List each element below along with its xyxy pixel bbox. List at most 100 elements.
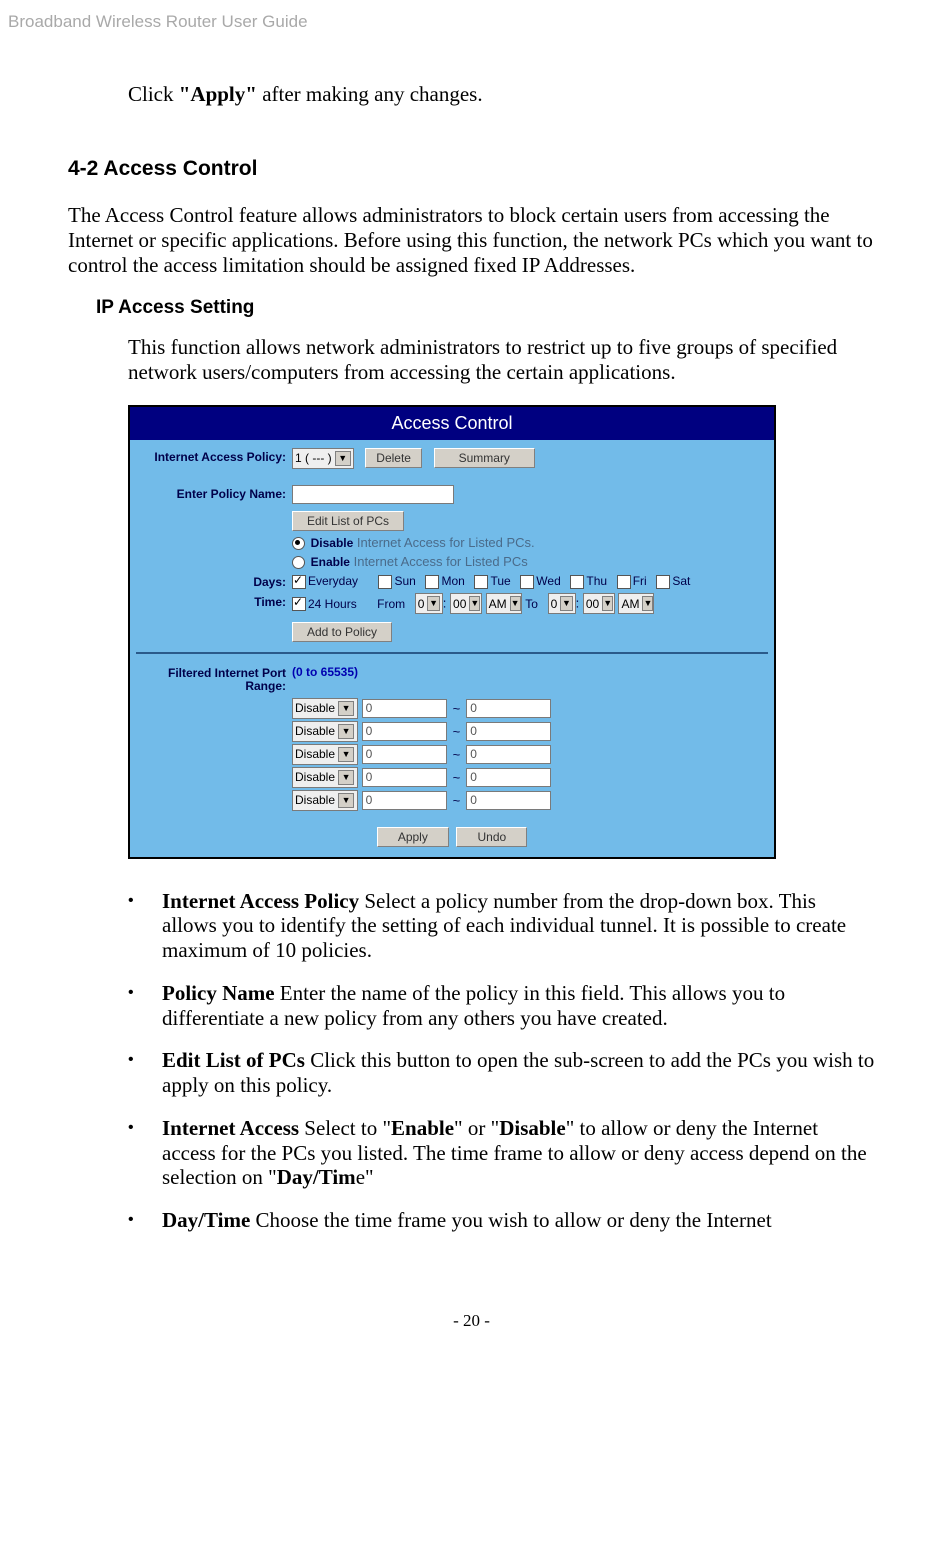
bullet-icon: • (128, 981, 162, 1031)
enable-bold: Enable (311, 555, 350, 569)
chevron-down-icon: ▼ (642, 596, 653, 611)
bullet-bold: Day/Time (162, 1208, 250, 1232)
day-sun: Sun (394, 574, 415, 588)
label-time: Time: (136, 593, 292, 609)
val: AM (621, 597, 639, 611)
page-header: Broadband Wireless Router User Guide (0, 0, 943, 32)
port-from-input[interactable]: 0 (362, 699, 447, 718)
val: Disable (295, 793, 335, 807)
chevron-down-icon: ▼ (602, 596, 613, 611)
port-row-2: Disable▼ 0 ~ 0 (292, 721, 768, 742)
bullet-list: • Internet Access Policy Select a policy… (128, 889, 875, 1233)
port-row-5: Disable▼ 0 ~ 0 (292, 790, 768, 811)
chevron-down-icon: ▼ (338, 701, 354, 716)
chevron-down-icon: ▼ (338, 724, 354, 739)
from-ampm-select[interactable]: AM▼ (486, 593, 522, 614)
from-hour-select[interactable]: 0▼ (415, 593, 443, 614)
val: 00 (453, 597, 466, 611)
list-item: • Edit List of PCs Click this button to … (128, 1048, 875, 1098)
port-to-input[interactable]: 0 (466, 791, 551, 810)
bullet-bold: Internet Access Policy (162, 889, 359, 913)
day-tue: Tue (490, 574, 510, 588)
to-label: To (525, 597, 538, 611)
page-content: Click "Apply" after making any changes. … (0, 32, 943, 1233)
apply-button[interactable]: Apply (377, 827, 449, 847)
day-check-mon[interactable] (425, 575, 439, 589)
hours24-check[interactable] (292, 597, 306, 611)
bullet-text: " or " (454, 1116, 499, 1140)
chevron-down-icon: ▼ (338, 793, 354, 808)
day-fri: Fri (633, 574, 647, 588)
day-check-sat[interactable] (656, 575, 670, 589)
day-check-fri[interactable] (617, 575, 631, 589)
undo-button[interactable]: Undo (456, 827, 527, 847)
bullet-text: Select to " (299, 1116, 391, 1140)
port-proto-select[interactable]: Disable▼ (292, 790, 358, 811)
chevron-down-icon: ▼ (469, 596, 480, 611)
val: 00 (586, 597, 599, 611)
hours24-label: 24 Hours (308, 597, 357, 611)
port-to-input[interactable]: 0 (466, 722, 551, 741)
disable-text: Internet Access for Listed PCs. (353, 535, 534, 550)
label-port-range: Filtered Internet Port Range: (136, 664, 292, 693)
port-row-3: Disable▼ 0 ~ 0 (292, 744, 768, 765)
bullet-icon: • (128, 1048, 162, 1098)
port-to-input[interactable]: 0 (466, 745, 551, 764)
day-check-thu[interactable] (570, 575, 584, 589)
page-number: - 20 - (0, 1251, 943, 1345)
day-check-sun[interactable] (378, 575, 392, 589)
port-row-1: Disable▼ 0 ~ 0 (292, 698, 768, 719)
list-item: • Policy Name Enter the name of the poli… (128, 981, 875, 1031)
bullet-bold: Policy Name (162, 981, 275, 1005)
tilde: ~ (453, 701, 461, 716)
port-from-input[interactable]: 0 (362, 791, 447, 810)
edit-list-button[interactable]: Edit List of PCs (292, 511, 404, 531)
port-to-input[interactable]: 0 (466, 768, 551, 787)
port-from-input[interactable]: 0 (362, 768, 447, 787)
tilde: ~ (453, 724, 461, 739)
text: Click (128, 82, 179, 106)
policy-select[interactable]: 1 ( --- )▼ (292, 448, 354, 469)
chevron-down-icon: ▼ (338, 770, 354, 785)
day-wed: Wed (536, 574, 560, 588)
bullet-icon: • (128, 1116, 162, 1190)
tilde: ~ (453, 793, 461, 808)
sub-paragraph: This function allows network administrat… (128, 335, 875, 385)
bullet-bold: Internet Access (162, 1116, 299, 1140)
chevron-down-icon: ▼ (560, 596, 572, 611)
disable-radio[interactable] (292, 537, 305, 550)
everyday-check[interactable] (292, 575, 306, 589)
port-proto-select[interactable]: Disable▼ (292, 698, 358, 719)
to-min-select[interactable]: 00▼ (583, 593, 615, 614)
val: 0 (551, 597, 558, 611)
port-from-input[interactable]: 0 (362, 745, 447, 764)
policy-name-input[interactable] (292, 485, 454, 504)
bullet-text: e" (356, 1165, 374, 1189)
label-days: Days: (136, 573, 292, 589)
delete-button[interactable]: Delete (365, 448, 422, 468)
from-min-select[interactable]: 00▼ (450, 593, 482, 614)
day-check-tue[interactable] (474, 575, 488, 589)
val: Disable (295, 770, 335, 784)
summary-button[interactable]: Summary (434, 448, 535, 468)
port-to-input[interactable]: 0 (466, 699, 551, 718)
day-check-wed[interactable] (520, 575, 534, 589)
apply-instruction: Click "Apply" after making any changes. (128, 82, 875, 107)
port-proto-select[interactable]: Disable▼ (292, 721, 358, 742)
port-from-input[interactable]: 0 (362, 722, 447, 741)
add-to-policy-button[interactable]: Add to Policy (292, 622, 392, 642)
list-item: • Day/Time Choose the time frame you wis… (128, 1208, 875, 1233)
port-proto-select[interactable]: Disable▼ (292, 767, 358, 788)
label-policy-name: Enter Policy Name: (136, 485, 292, 501)
label-policy: Internet Access Policy: (136, 448, 292, 464)
bullet-bold: Day/Tim (277, 1165, 356, 1189)
everyday-label: Everyday (308, 574, 358, 588)
val: Disable (295, 724, 335, 738)
port-proto-select[interactable]: Disable▼ (292, 744, 358, 765)
to-hour-select[interactable]: 0▼ (548, 593, 576, 614)
enable-radio[interactable] (292, 556, 305, 569)
router-screenshot: Access Control Internet Access Policy: 1… (128, 405, 776, 859)
to-ampm-select[interactable]: AM▼ (618, 593, 654, 614)
bullet-text: Choose the time frame you wish to allow … (250, 1208, 771, 1232)
list-item: • Internet Access Policy Select a policy… (128, 889, 875, 963)
